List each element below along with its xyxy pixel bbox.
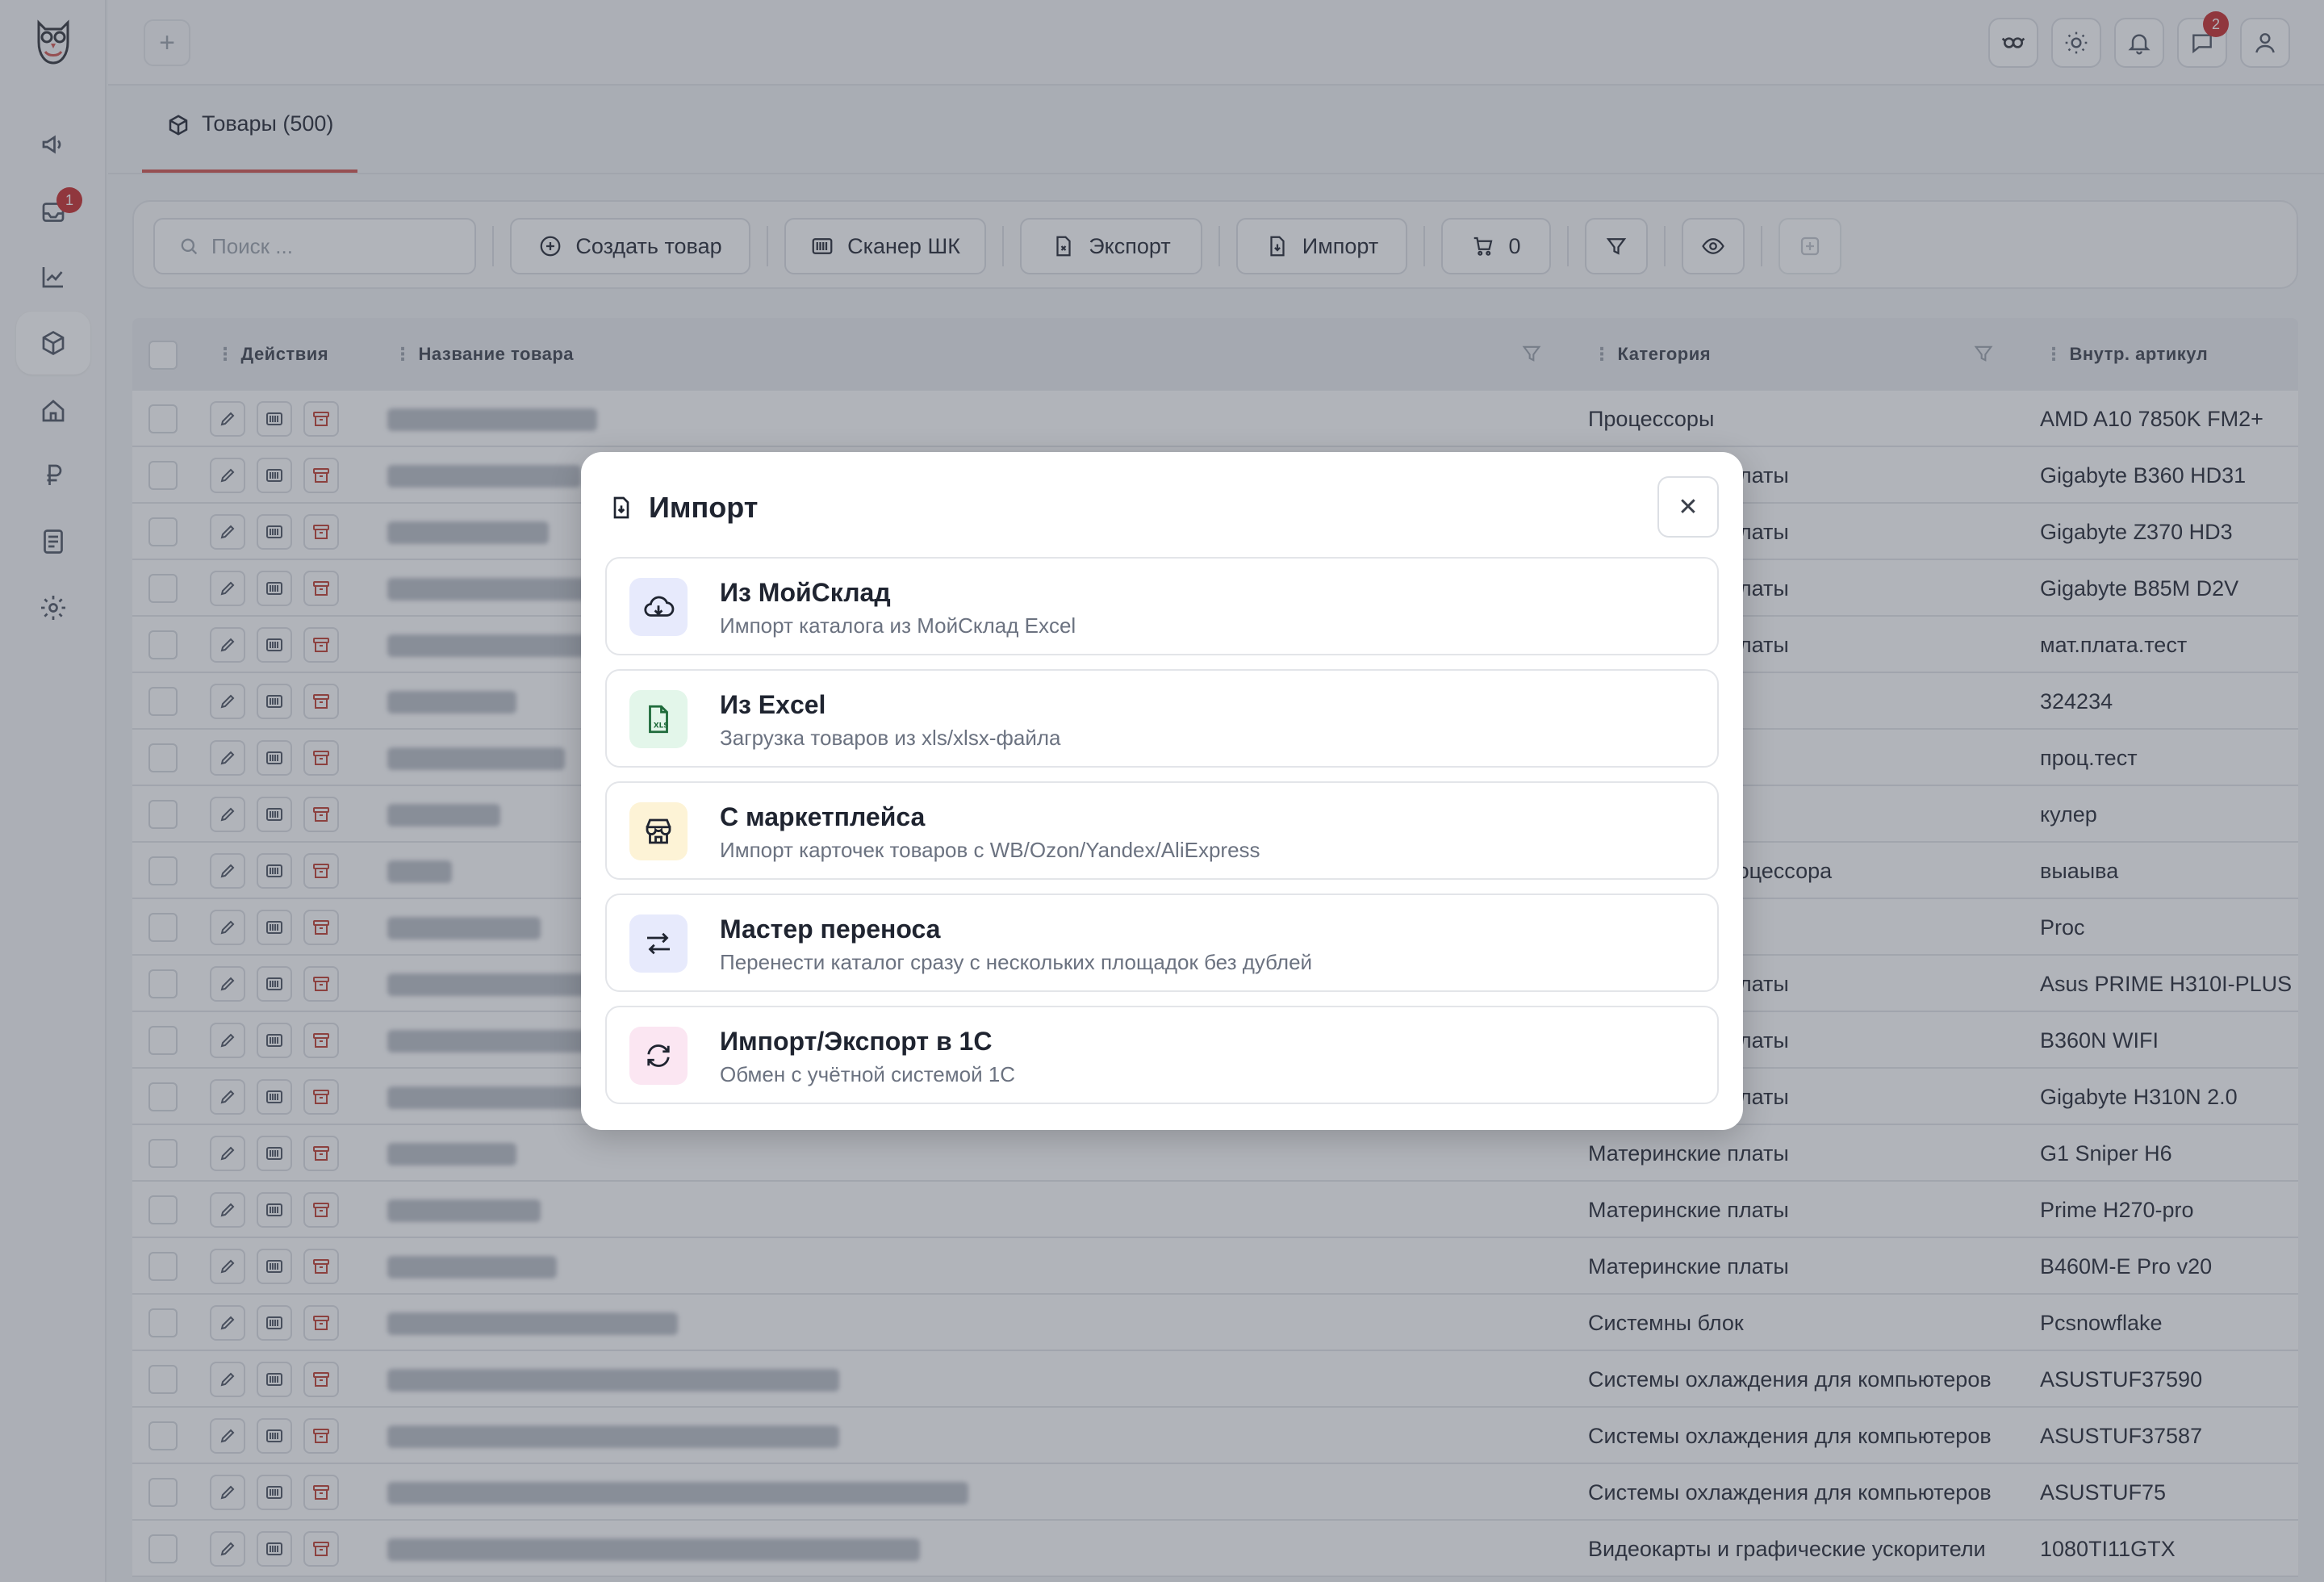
option-icon-box [629,578,688,636]
import-option-excel[interactable]: XLS Из Excel Загрузка товаров из xls/xls… [605,669,1719,768]
transfer-arrows-icon [647,932,670,955]
import-modal: Импорт ✕ Из МойСклад Импорт каталога из … [581,452,1743,1130]
import-option-marketplace[interactable]: С маркетплейса Импорт карточек товаров с… [605,781,1719,880]
svg-text:XLS: XLS [654,722,669,730]
option-icon-box [629,802,688,860]
import-option-moysklad[interactable]: Из МойСклад Импорт каталога из МойСклад … [605,557,1719,655]
cloud-download-icon [644,596,675,617]
modal-title: Импорт [608,491,758,525]
file-import-icon [613,496,629,519]
option-icon-box [629,914,688,973]
option-icon-box [629,1027,688,1085]
import-option-migration[interactable]: Мастер переноса Перенести каталог сразу … [605,894,1719,992]
option-icon-box: XLS [629,690,688,748]
import-option-1c[interactable]: Импорт/Экспорт в 1С Обмен с учётной сист… [605,1006,1719,1104]
close-modal-button[interactable]: ✕ [1657,476,1719,538]
xls-file-icon: XLS [649,705,669,734]
close-icon: ✕ [1678,493,1699,521]
sync-icon [647,1044,670,1067]
store-icon [646,818,671,844]
